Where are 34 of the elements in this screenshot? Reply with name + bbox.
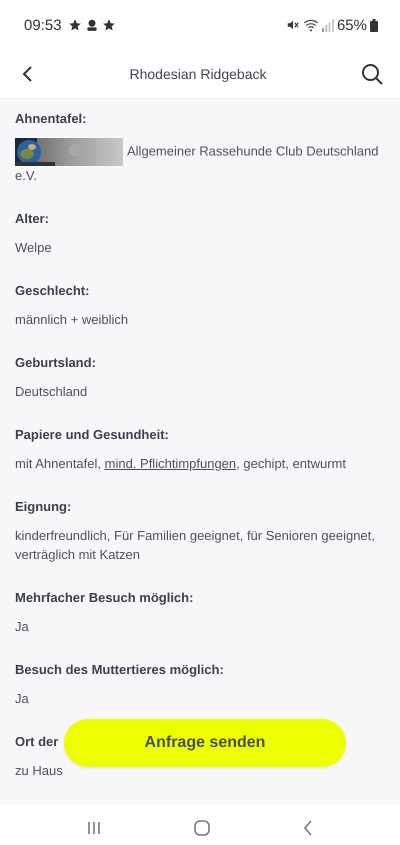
page-title: Rhodesian Ridgeback: [130, 66, 266, 82]
status-time: 09:53: [24, 16, 62, 34]
field-label: Geschlecht:: [15, 282, 90, 300]
wifi-icon: [302, 18, 319, 32]
field-value: Deutschland: [15, 383, 88, 401]
field-value: zu Haus: [15, 762, 63, 780]
battery-percent: 65%: [336, 16, 367, 34]
signal-icon: [322, 18, 334, 32]
request-button[interactable]: Anfrage senden: [64, 719, 346, 767]
field-value: männlich + weiblich: [15, 311, 128, 329]
club-name: Allgemeiner Rassehunde Club Deutschland e.V.: [15, 138, 385, 185]
field-label: Alter:: [15, 210, 49, 228]
field-label: Ahnentafel:: [15, 110, 86, 128]
field-label: Geburtsland:: [15, 354, 96, 372]
person-icon: [84, 18, 99, 32]
field-value: kinderfreundlich, Für Familien geeignet, für Senioren geeignet, verträglich mit Katzen: [15, 527, 376, 564]
battery-icon: [370, 18, 378, 32]
mute-icon: [286, 18, 300, 32]
recent-apps-icon[interactable]: [86, 820, 102, 836]
field-value: mit Ahnentafel, mind. Pflichtimpfungen, gechipt, entwurmt: [15, 455, 346, 473]
field-label: Ort der: [15, 733, 58, 751]
star-icon: [102, 18, 116, 32]
field-value: Ja: [15, 690, 29, 708]
field-label: Eignung:: [15, 498, 72, 516]
field-value: Welpe: [15, 239, 52, 257]
search-button[interactable]: [360, 62, 384, 86]
star-icon: [68, 18, 82, 32]
back-icon[interactable]: [302, 818, 314, 836]
home-icon[interactable]: [192, 818, 211, 836]
field-value: Ja: [15, 618, 29, 636]
vaccination-link[interactable]: mind. Pflichtimpfungen: [104, 456, 236, 471]
field-label: Papiere und Gesundheit:: [15, 426, 169, 444]
field-label: Besuch des Muttertieres möglich:: [15, 661, 224, 679]
field-label: Mehrfacher Besuch möglich:: [15, 589, 194, 607]
